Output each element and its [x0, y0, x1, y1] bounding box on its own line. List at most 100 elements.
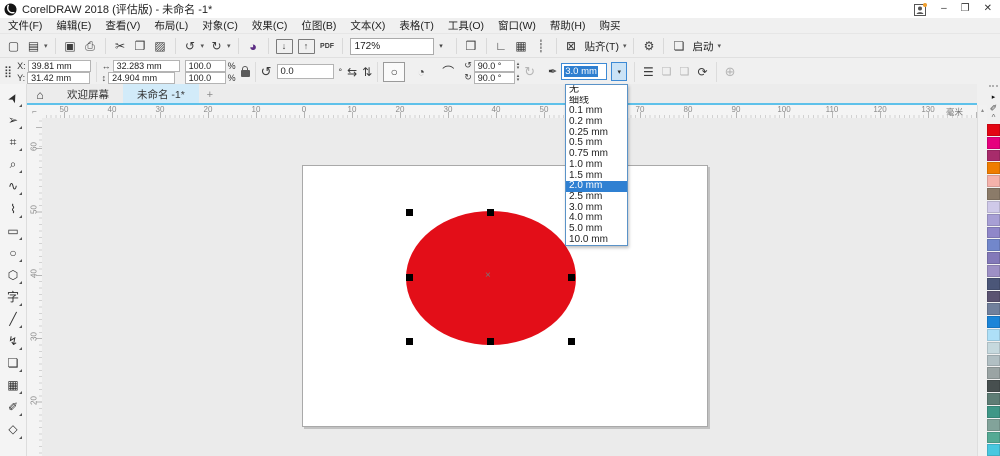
arc-start-spinner[interactable]: ▴ ▾ — [517, 61, 520, 70]
menu-item[interactable]: 表格(T) — [399, 18, 433, 33]
color-swatch[interactable] — [987, 162, 1000, 175]
snap-to-icon[interactable]: ⊠ — [564, 38, 579, 54]
outline-width-option[interactable]: 0.75 mm — [566, 149, 627, 160]
scale-h-field[interactable]: 100.0 — [184, 59, 226, 72]
color-swatch[interactable] — [987, 341, 1000, 354]
close-button[interactable]: ✕ — [984, 0, 992, 18]
menu-item[interactable]: 帮助(H) — [550, 18, 586, 33]
restore-button[interactable]: ❐ — [961, 0, 970, 18]
color-swatch[interactable] — [987, 393, 1000, 405]
color-swatch[interactable] — [987, 149, 1000, 162]
outline-width-option[interactable]: 2.5 mm — [566, 192, 627, 203]
color-swatch[interactable] — [987, 380, 1000, 393]
outline-width-option[interactable]: 0.25 mm — [566, 128, 627, 139]
selection-handle-top-left[interactable] — [406, 209, 413, 216]
outline-width-option[interactable]: 1.0 mm — [566, 160, 627, 171]
object-width-field[interactable]: 32.283 mm — [112, 59, 180, 72]
color-swatch[interactable] — [987, 418, 1000, 431]
cut-icon[interactable]: ✂ — [113, 38, 128, 54]
outline-width-dropdown-button[interactable]: ▾ — [611, 62, 628, 81]
color-swatch[interactable] — [987, 329, 1000, 341]
shape-tool[interactable]: ➢ — [2, 109, 24, 131]
menu-item[interactable]: 效果(C) — [252, 18, 288, 33]
menu-item[interactable]: 工具(O) — [448, 18, 484, 33]
dimension-tool[interactable]: ╱ — [2, 308, 24, 330]
outline-width-option[interactable]: 5.0 mm — [566, 224, 627, 235]
artistic-media-tool[interactable]: ⌇ — [2, 197, 24, 219]
color-swatch[interactable] — [987, 213, 1000, 226]
y-position-field[interactable]: 31.42 mm — [27, 71, 91, 84]
color-swatch[interactable] — [987, 367, 1000, 380]
menu-item[interactable]: 文本(X) — [350, 18, 385, 33]
selection-handle-bottom-center[interactable] — [487, 338, 494, 345]
color-swatch[interactable] — [987, 354, 1000, 367]
options-gear-icon[interactable]: ⚙ — [641, 38, 656, 54]
show-guidelines-icon[interactable]: ┊ — [534, 38, 549, 54]
copy-icon[interactable]: ❐ — [133, 38, 148, 54]
object-height-field[interactable]: 24.904 mm — [108, 71, 176, 84]
selection-handle-bottom-left[interactable] — [406, 338, 413, 345]
scale-v-field[interactable]: 100.0 — [184, 71, 226, 84]
drawing-canvas[interactable]: × — [42, 118, 977, 456]
mirror-horizontal-icon[interactable]: ⇆ — [347, 65, 357, 79]
zoom-dropdown-arrow-icon[interactable]: ▾ — [434, 37, 449, 56]
color-swatch[interactable] — [987, 124, 1000, 136]
outline-width-combo[interactable]: 3.0 mm — [561, 63, 608, 80]
arc-end-field[interactable]: 90.0 ° — [473, 71, 515, 84]
color-swatch[interactable] — [987, 444, 1000, 456]
outline-width-option[interactable]: 2.0 mm — [566, 181, 627, 192]
dropdown-arrow-icon[interactable]: ▾ — [44, 42, 48, 50]
menu-item[interactable]: 窗口(W) — [498, 18, 536, 33]
selection-handle-middle-left[interactable] — [406, 274, 413, 281]
snap-to-label[interactable]: 贴齐(T) — [585, 39, 619, 54]
dropdown-arrow-icon[interactable]: ▾ — [227, 42, 231, 50]
polygon-tool[interactable]: ⬡ — [2, 264, 24, 286]
color-swatch[interactable] — [987, 405, 1000, 418]
search-content-icon[interactable]: ◕ — [246, 38, 261, 54]
outline-width-option[interactable]: 0.2 mm — [566, 117, 627, 128]
color-swatch[interactable] — [987, 316, 1000, 328]
menu-item[interactable]: 文件(F) — [8, 18, 42, 33]
color-swatch[interactable] — [987, 431, 1000, 444]
selection-handle-bottom-right[interactable] — [568, 338, 575, 345]
ruler-origin-icon[interactable]: ⌐ — [27, 105, 43, 119]
vertical-scrollbar[interactable]: ▴ — [977, 105, 987, 456]
x-position-field[interactable]: 39.81 mm — [27, 59, 91, 72]
color-swatch[interactable] — [987, 175, 1000, 188]
convert-to-curves-icon[interactable]: ⟳ — [698, 65, 708, 79]
show-grid-icon[interactable]: ▦ — [514, 38, 529, 54]
zoom-level-value[interactable]: 172% — [349, 37, 434, 55]
launch-icon[interactable]: ❏ — [671, 38, 686, 54]
connector-tool[interactable]: ↯ — [2, 330, 24, 352]
outline-width-option[interactable]: 0.5 mm — [566, 138, 627, 149]
arc-end-spinner[interactable]: ▴ ▾ — [517, 73, 520, 82]
open-icon[interactable]: ▤ — [26, 38, 41, 54]
menu-item[interactable]: 查看(V) — [105, 18, 140, 33]
new-document-tab-button[interactable]: + — [199, 84, 221, 105]
lock-ratio-icon[interactable] — [240, 66, 250, 77]
pdf-icon[interactable]: PDF — [320, 38, 335, 54]
scroll-up-icon[interactable]: ▴ — [978, 107, 987, 114]
selection-handle-top-center[interactable] — [487, 209, 494, 216]
interactive-fill-tool[interactable]: ◇ — [2, 418, 24, 440]
outline-width-option[interactable]: 4.0 mm — [566, 213, 627, 224]
pie-mode-button[interactable]: ◔ — [410, 62, 432, 82]
color-swatch[interactable] — [987, 226, 1000, 239]
full-screen-preview-icon[interactable]: ❒ — [464, 38, 479, 54]
menu-item[interactable]: 编辑(E) — [56, 18, 91, 33]
palette-expand-icon[interactable]: ▸ — [987, 93, 1000, 102]
dropdown-arrow-icon[interactable]: ▾ — [201, 42, 205, 50]
color-swatch[interactable] — [987, 290, 1000, 303]
pick-tool[interactable]: ➤ — [2, 87, 24, 109]
user-account-icon[interactable] — [914, 2, 928, 16]
outline-width-option[interactable]: 细线 — [566, 96, 627, 107]
export-icon[interactable]: ↑ — [297, 38, 315, 54]
color-swatch[interactable] — [987, 188, 1000, 200]
paste-icon[interactable]: ▨ — [153, 38, 168, 54]
outline-width-option[interactable]: 0.1 mm — [566, 106, 627, 117]
color-swatch[interactable] — [987, 136, 1000, 149]
minimize-button[interactable]: – — [941, 0, 947, 18]
selection-handle-middle-right[interactable] — [568, 274, 575, 281]
zoom-tool[interactable]: ⌕ — [2, 153, 24, 175]
color-swatch[interactable] — [987, 200, 1000, 213]
